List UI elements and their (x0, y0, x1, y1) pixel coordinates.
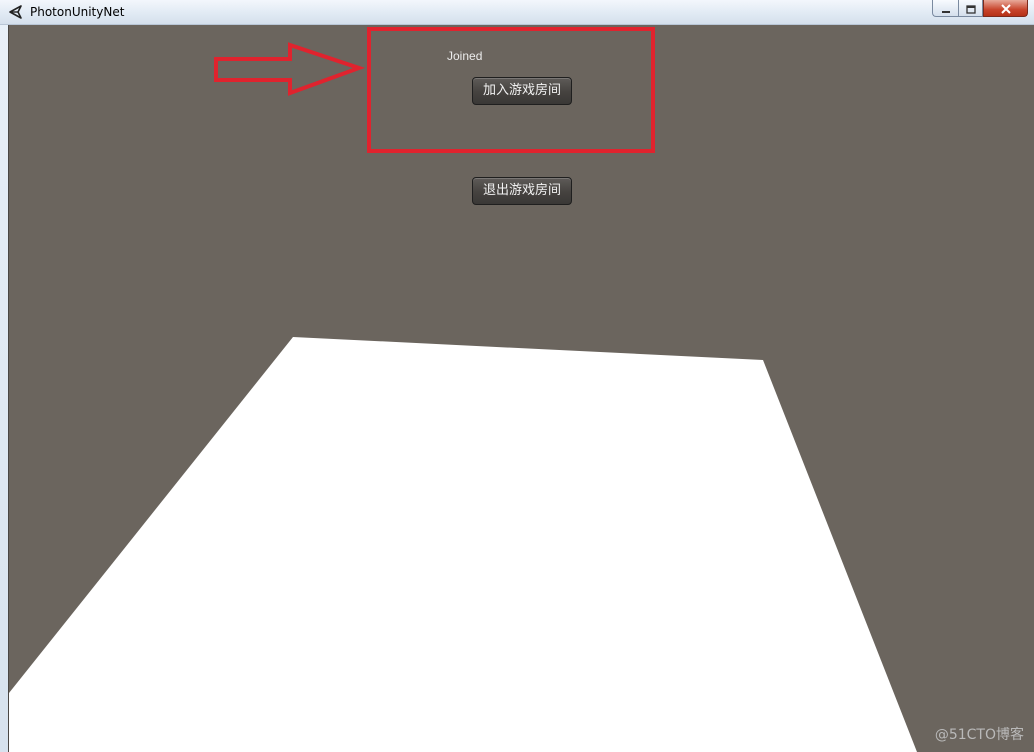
minimize-button[interactable] (932, 0, 958, 17)
game-view[interactable]: Joined 加入游戏房间 退出游戏房间 (8, 25, 1034, 752)
scene-canvas (9, 27, 917, 752)
close-icon (1000, 0, 1012, 18)
floor-plane (9, 337, 917, 752)
app-window: PhotonUnityNet Joined 加入游戏房间 退出游戏房间 @51C… (0, 0, 1034, 752)
title-bar[interactable]: PhotonUnityNet (0, 0, 1034, 25)
status-label: Joined (447, 49, 483, 63)
close-button[interactable] (983, 0, 1028, 17)
join-room-button[interactable]: 加入游戏房间 (472, 77, 572, 105)
watermark: @51CTO博客 (934, 727, 1024, 743)
arrow-icon (214, 42, 366, 96)
window-title: PhotonUnityNet (30, 5, 125, 19)
maximize-button[interactable] (958, 0, 983, 17)
maximize-icon (965, 0, 976, 18)
minimize-icon (941, 0, 951, 18)
unity-icon (8, 4, 24, 20)
leave-room-button[interactable]: 退出游戏房间 (472, 177, 572, 205)
